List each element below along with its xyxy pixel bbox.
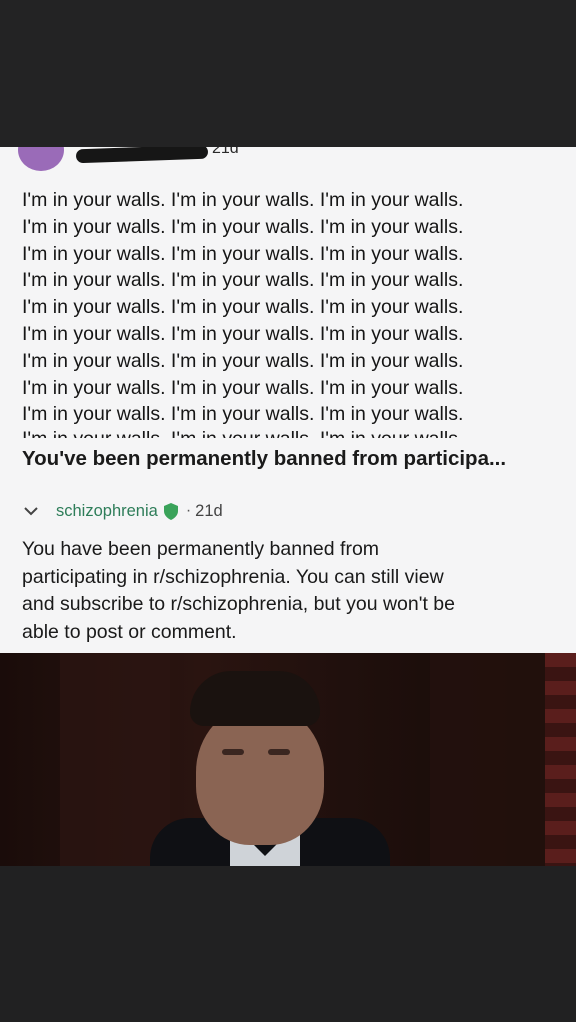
person-hair xyxy=(190,671,320,726)
post-body-line: I'm in your walls. I'm in your walls. I'… xyxy=(22,296,464,319)
reddit-post-card: 21d I'm in your walls. I'm in your walls… xyxy=(0,147,576,653)
separator-dot: · xyxy=(185,502,192,519)
subreddit-name[interactable]: schizophrenia xyxy=(56,502,158,521)
reply-time: 21d xyxy=(195,501,223,520)
background-panel xyxy=(430,653,550,866)
post-body-line: I'm in your walls. I'm in your walls. I'… xyxy=(22,349,464,372)
person-eye xyxy=(222,749,244,755)
ban-message-line: You have been permanently banned from xyxy=(22,538,380,560)
top-letterbox xyxy=(0,0,576,147)
ban-message-line: able to post or comment. xyxy=(22,620,237,643)
ban-message-line: participating in r/schizophrenia. You ca… xyxy=(22,565,444,588)
ban-notice-title[interactable]: You've been permanently banned from part… xyxy=(22,447,506,471)
person-eye xyxy=(268,749,290,755)
reply-header: schizophrenia · 21d xyxy=(22,499,223,523)
post-body-line: I'm in your walls. I'm in your walls. I'… xyxy=(22,322,464,345)
post-time: 21d xyxy=(212,147,239,157)
post-body-line: I'm in your walls. I'm in your walls. I'… xyxy=(22,242,464,265)
redacted-username xyxy=(75,147,209,164)
ban-message-line: and subscribe to r/schizophrenia, but yo… xyxy=(22,593,455,615)
bottom-letterbox xyxy=(0,866,576,1022)
chevron-down-icon[interactable] xyxy=(22,502,40,520)
reaction-video-frame xyxy=(0,653,576,866)
background-panel xyxy=(60,653,170,866)
flag xyxy=(545,653,576,866)
person-face xyxy=(196,705,324,845)
avatar[interactable] xyxy=(18,147,64,171)
post-body: I'm in your walls. I'm in your walls. I'… xyxy=(22,187,552,428)
post-body-truncated-line: I'm in your walls. I'm in your walls. I'… xyxy=(22,426,463,438)
ban-message: You have been permanently banned from pa… xyxy=(22,536,552,646)
post-body-line: I'm in your walls. I'm in your walls. I'… xyxy=(22,215,464,238)
post-body-line: I'm in your walls. I'm in your walls. I'… xyxy=(22,376,464,399)
post-body-line: I'm in your walls. I'm in your walls. I'… xyxy=(22,269,464,292)
post-body-line: I'm in your walls. I'm in your walls. I'… xyxy=(22,403,464,426)
post-body-line: I'm in your walls. I'm in your walls. I'… xyxy=(22,189,464,211)
mod-shield-icon xyxy=(163,502,178,520)
